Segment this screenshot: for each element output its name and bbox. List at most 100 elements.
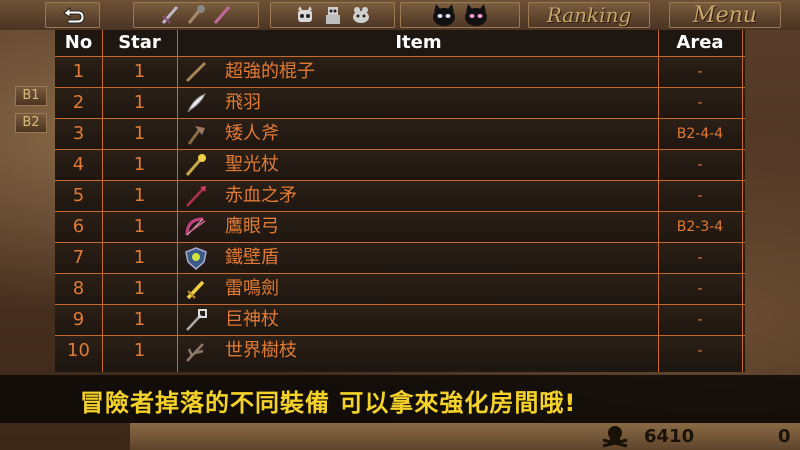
table-row[interactable]: 2 1 飛羽 - (55, 87, 745, 118)
feather-icon (187, 93, 206, 113)
menu-button[interactable]: Menu (669, 2, 781, 28)
table-row[interactable]: 5 1 赤血之矛 - (55, 180, 745, 211)
row-number: 5 (72, 185, 85, 206)
cat-robot-tab-icon (297, 6, 312, 22)
row-item: 聖光杖 (177, 150, 660, 180)
column-divider (177, 30, 178, 372)
branch-icon (186, 343, 204, 362)
table-row[interactable]: 7 1 鐵壁盾 - (55, 242, 745, 273)
row-item: 矮人斧 (177, 119, 660, 149)
row-item: 雷鳴劍 (177, 274, 660, 304)
item-name: 世界樹枝 (225, 340, 297, 361)
tab-cats[interactable] (400, 2, 520, 28)
row-star: 1 (133, 278, 146, 299)
row-area: - (697, 343, 703, 359)
row-area: - (697, 188, 703, 204)
tab-monsters[interactable] (270, 2, 395, 28)
crab-tab-icon (352, 7, 369, 23)
row-area: - (697, 312, 703, 328)
caption-bar: 冒險者掉落的不同裝備 可以拿來強化房間哦! (0, 375, 800, 423)
back-button[interactable] (45, 2, 100, 28)
row-number: 7 (72, 247, 85, 268)
row-star: 1 (133, 216, 146, 237)
sword-icon (186, 280, 205, 300)
row-item: 世界樹枝 (177, 336, 660, 366)
item-name: 矮人斧 (225, 123, 279, 144)
row-area: - (697, 250, 703, 266)
row-area: - (697, 95, 703, 111)
spear-icon (186, 186, 206, 207)
mace-tab-icon (187, 5, 205, 24)
item-name: 飛羽 (225, 92, 261, 113)
item-name: 聖光杖 (225, 154, 279, 175)
table-row[interactable]: 10 1 世界樹枝 - (55, 335, 745, 366)
row-number: 9 (72, 309, 85, 330)
table-row[interactable]: 9 1 巨神杖 - (55, 304, 745, 335)
bottom-status-bar (130, 423, 800, 450)
row-star: 1 (133, 185, 146, 206)
header-item: Item (395, 32, 442, 53)
item-name: 雷鳴劍 (225, 278, 279, 299)
column-divider (742, 30, 743, 372)
row-area: - (697, 157, 703, 173)
table-row[interactable]: 1 1 超強的棍子 - (55, 56, 745, 87)
row-number: 1 (72, 61, 85, 82)
robot-tab-icon (325, 7, 340, 24)
floor-tag-b1[interactable]: B1 (15, 86, 47, 106)
row-item: 巨神杖 (177, 305, 660, 335)
row-number: 10 (67, 340, 90, 361)
header-star: Star (118, 32, 161, 53)
column-divider (658, 30, 659, 372)
table-row[interactable]: 6 1 鷹眼弓 B2-3-4 (55, 211, 745, 242)
row-number: 6 (72, 216, 85, 237)
row-area: - (697, 281, 703, 297)
item-name: 巨神杖 (225, 309, 279, 330)
row-star: 1 (133, 123, 146, 144)
giant-staff-icon (186, 309, 207, 331)
row-area: B2-4-4 (676, 126, 724, 142)
row-number: 8 (72, 278, 85, 299)
header-area: Area (676, 32, 724, 53)
back-arrow-icon (62, 6, 85, 24)
row-number: 3 (72, 123, 85, 144)
row-star: 1 (133, 340, 146, 361)
row-star: 1 (133, 247, 146, 268)
floor-tag-b2[interactable]: B2 (15, 113, 47, 133)
table-row[interactable]: 3 1 矮人斧 B2-4-4 (55, 118, 745, 149)
row-star: 1 (133, 154, 146, 175)
ranking-button[interactable]: Ranking (528, 2, 650, 28)
item-name: 赤血之矛 (225, 185, 297, 206)
row-item: 鷹眼弓 (177, 212, 660, 242)
row-item: 赤血之矛 (177, 181, 660, 211)
skull-icon (602, 426, 628, 448)
table-row[interactable]: 8 1 雷鳴劍 - (55, 273, 745, 304)
table-row[interactable]: 4 1 聖光杖 - (55, 149, 745, 180)
black-cat-icon (433, 4, 455, 26)
column-divider (102, 30, 103, 372)
holy-staff-icon (185, 154, 206, 176)
item-name: 超強的棍子 (225, 61, 315, 82)
bow-icon (185, 217, 206, 236)
caption-text: 冒險者掉落的不同裝備 可以拿來強化房間哦! (80, 389, 577, 417)
staff-tab-icon (213, 6, 231, 24)
score-value: 6410 (644, 426, 695, 447)
stick-icon (185, 61, 207, 83)
top-toolbar: Ranking Menu (0, 0, 800, 30)
row-number: 4 (72, 154, 85, 175)
header-no: No (64, 32, 93, 53)
item-name: 鐵壁盾 (225, 247, 279, 268)
row-item: 超強的棍子 (177, 57, 660, 87)
table-header: No Star Item Area (55, 30, 745, 56)
sword-tab-icon (161, 6, 179, 24)
row-star: 1 (133, 61, 146, 82)
row-item: 飛羽 (177, 88, 660, 118)
item-table: No Star Item Area 1 1 超強的棍子 - 2 1 飛羽 - 3 1 矮人斧 B2-4… (55, 30, 745, 372)
tab-weapons[interactable] (133, 2, 259, 28)
row-area: - (697, 64, 703, 80)
shield-icon (185, 247, 207, 270)
black-cat-pink-icon (465, 4, 487, 26)
row-item: 鐵壁盾 (177, 243, 660, 273)
row-number: 2 (72, 92, 85, 113)
item-name: 鷹眼弓 (225, 216, 279, 237)
row-star: 1 (133, 92, 146, 113)
